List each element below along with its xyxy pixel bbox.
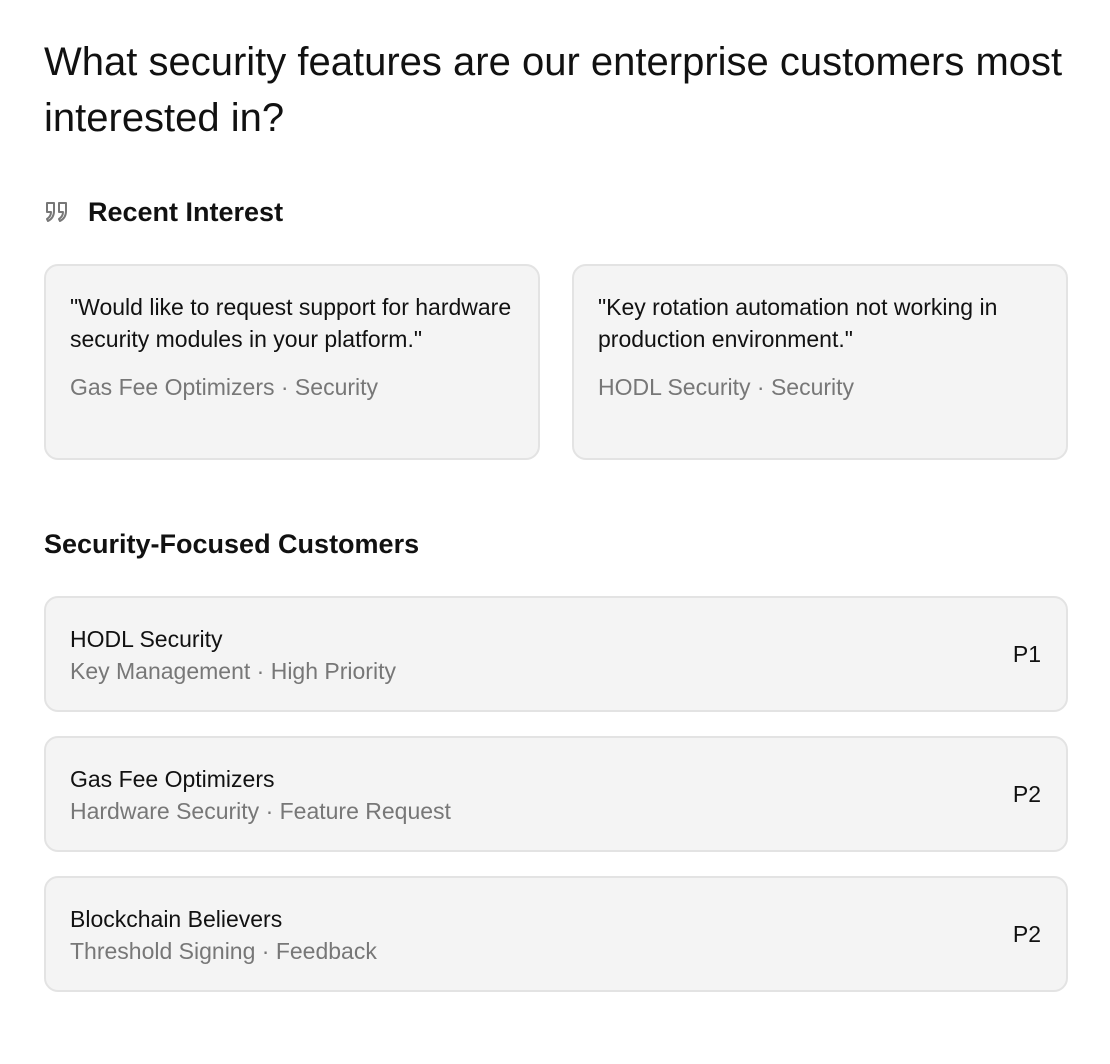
customer-details: Blockchain Believers Threshold Signing ·… [70, 903, 377, 990]
customer-card[interactable]: Blockchain Believers Threshold Signing ·… [44, 876, 1068, 992]
quote-metadata: Gas Fee Optimizers · Security [70, 374, 379, 400]
customer-metadata: Hardware Security · Feature Request [70, 798, 451, 824]
customer-metadata: Key Management · High Priority [70, 658, 396, 684]
quote-card[interactable]: "Would like to request support for hardw… [44, 264, 540, 460]
quote-metadata: HODL Security · Security [598, 374, 855, 400]
recent-interest-title: Recent Interest [88, 197, 284, 227]
priority-label: P2 [1012, 781, 1041, 807]
recent-interest-cards: "Would like to request support for hardw… [44, 264, 1068, 460]
quote-text: "Key rotation automation not working in … [598, 294, 998, 352]
customer-card[interactable]: Gas Fee Optimizers Hardware Security · F… [44, 736, 1068, 852]
page-title: What security features are our enterpris… [44, 40, 1063, 140]
customer-details: Gas Fee Optimizers Hardware Security · F… [70, 763, 451, 850]
recent-interest-header: Recent Interest [44, 194, 283, 230]
customer-name: HODL Security [70, 626, 223, 652]
customer-name: Gas Fee Optimizers [70, 766, 275, 792]
priority-label: P1 [1012, 641, 1041, 667]
quote-card[interactable]: "Key rotation automation not working in … [572, 264, 1068, 460]
quote-icon [44, 199, 70, 225]
security-customers-title: Security-Focused Customers [44, 529, 420, 559]
quote-text: "Would like to request support for hardw… [70, 294, 512, 352]
customer-card[interactable]: HODL Security Key Management · High Prio… [44, 596, 1068, 712]
customer-metadata: Threshold Signing · Feedback [70, 938, 377, 964]
customer-name: Blockchain Believers [70, 906, 283, 932]
customer-details: HODL Security Key Management · High Prio… [70, 623, 396, 710]
priority-label: P2 [1012, 921, 1041, 947]
